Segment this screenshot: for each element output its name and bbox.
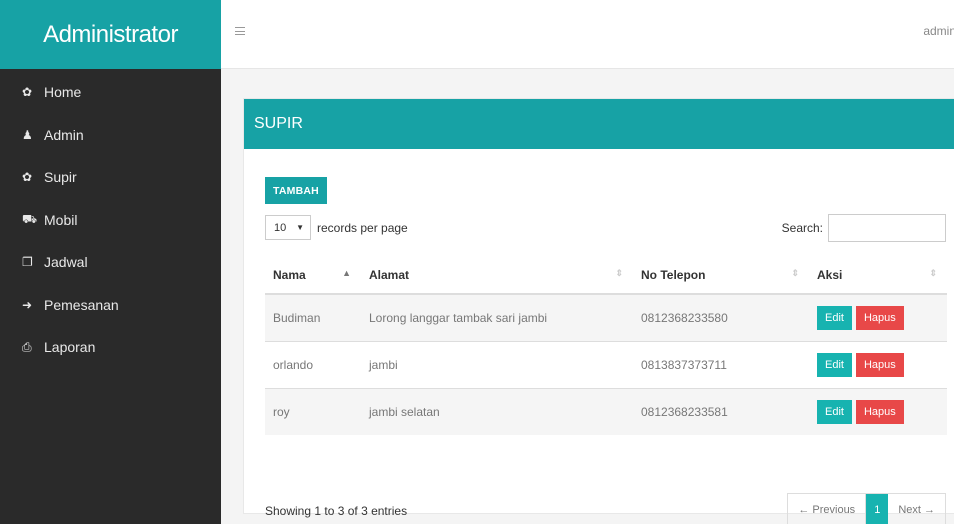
sort-icon: ⇕ xyxy=(791,268,799,278)
search-box: Search: xyxy=(782,214,946,242)
delete-button[interactable]: Hapus xyxy=(855,399,904,424)
brand[interactable]: Administrator xyxy=(0,0,221,69)
cell-alamat: jambi xyxy=(361,340,633,388)
sort-icon: ⇕ xyxy=(615,268,623,278)
column-header-telepon[interactable]: No Telepon ⇕ xyxy=(633,256,809,295)
column-header-nama[interactable]: Nama ▲ xyxy=(265,256,361,295)
topbar: admin xyxy=(221,0,954,69)
supir-panel: SUPIR TAMBAH 10 ▼ records per page Searc… xyxy=(243,98,954,524)
add-button[interactable]: TAMBAH xyxy=(265,177,327,204)
print-icon: ⎙ xyxy=(22,339,32,354)
cell-nama: roy xyxy=(265,387,361,435)
edit-button[interactable]: Edit xyxy=(817,305,852,330)
sidebar-nav: ✿ Home ♟ Admin ✿ Supir ⛟ Mobil ❐ Jadwal ➜ Peme… xyxy=(0,71,221,369)
sidebar-item-label: Home xyxy=(44,84,82,101)
dashboard-icon: ✿ xyxy=(22,85,33,100)
cell-telepon: 0813837373711 xyxy=(633,340,809,388)
search-label: Search: xyxy=(781,221,823,235)
sort-asc-icon: ▲ xyxy=(342,268,351,278)
panel-header: SUPIR xyxy=(244,99,954,149)
sidebar-item-label: Admin xyxy=(44,126,84,143)
table-row: roy jambi selatan 0812368233581 Edit Hapu… xyxy=(265,387,947,435)
column-header-aksi[interactable]: Aksi ⇕ xyxy=(809,256,947,295)
table-header-row: Nama ▲ Alamat ⇕ No Telepon ⇕ Aksi ⇕ xyxy=(265,256,947,295)
edit-button[interactable]: Edit xyxy=(817,352,852,377)
sidebar-item-label: Pemesanan xyxy=(44,296,119,313)
search-input[interactable] xyxy=(828,214,946,242)
cell-alamat: jambi selatan xyxy=(361,387,633,435)
sidebar-item-admin[interactable]: ♟ Admin xyxy=(0,114,221,157)
previous-page-button[interactable]: ← Previous xyxy=(788,494,867,524)
user-menu[interactable]: admin xyxy=(923,24,954,38)
sidebar-item-laporan[interactable]: ⎙ Laporan xyxy=(0,326,221,369)
table-row: Budiman Lorong langgar tambak sari jambi… xyxy=(265,293,947,341)
brand-title: Administrator xyxy=(43,20,178,48)
sidebar-item-supir[interactable]: ✿ Supir xyxy=(0,156,221,199)
sidebar-item-label: Supir xyxy=(44,169,77,186)
cell-aksi: Edit Hapus xyxy=(809,293,947,341)
page-length-select[interactable]: 10 ▼ xyxy=(265,215,311,240)
menu-toggle-icon[interactable] xyxy=(235,27,245,35)
page-length-label: records per page xyxy=(317,220,408,235)
sidebar-item-jadwal[interactable]: ❐ Jadwal xyxy=(0,241,221,284)
caret-down-icon: ▼ xyxy=(296,223,304,232)
cell-telepon: 0812368233581 xyxy=(633,387,809,435)
sort-icon: ⇕ xyxy=(929,268,937,278)
sidebar-item-home[interactable]: ✿ Home xyxy=(0,71,221,114)
pagination: ← Previous 1 Next → xyxy=(787,493,946,524)
sidebar-item-label: Laporan xyxy=(44,339,96,356)
table-info: Showing 1 to 3 of 3 entries xyxy=(265,504,408,518)
car-icon: ⛟ xyxy=(22,211,38,226)
table-row: orlando jambi 0813837373711 Edit Hapus xyxy=(265,340,947,388)
cell-aksi: Edit Hapus xyxy=(809,340,947,388)
supir-table: Nama ▲ Alamat ⇕ No Telepon ⇕ Aksi ⇕ Budiman … xyxy=(265,256,947,435)
cell-aksi: Edit Hapus xyxy=(809,387,947,435)
delete-button[interactable]: Hapus xyxy=(855,352,904,377)
panel-title: SUPIR xyxy=(254,115,303,132)
cell-nama: orlando xyxy=(265,340,361,388)
records-per-page: 10 ▼ records per page xyxy=(265,215,408,240)
sidebar: Administrator ✿ Home ♟ Admin ✿ Supir ⛟ Mobil… xyxy=(0,0,221,524)
user-icon: ♟ xyxy=(22,127,33,142)
sign-in-icon: ➜ xyxy=(22,297,33,312)
cell-telepon: 0812368233580 xyxy=(633,293,809,341)
cell-nama: Budiman xyxy=(265,293,361,341)
sidebar-item-label: Mobil xyxy=(44,211,78,228)
copy-icon: ❐ xyxy=(22,255,33,270)
page-length-value: 10 xyxy=(274,221,287,234)
edit-button[interactable]: Edit xyxy=(817,399,852,424)
sidebar-item-label: Jadwal xyxy=(44,254,88,271)
sidebar-item-mobil[interactable]: ⛟ Mobil xyxy=(0,199,221,242)
page-1-button[interactable]: 1 xyxy=(866,494,889,524)
sidebar-item-pemesanan[interactable]: ➜ Pemesanan xyxy=(0,284,221,327)
cell-alamat: Lorong langgar tambak sari jambi xyxy=(361,293,633,341)
delete-button[interactable]: Hapus xyxy=(855,305,904,330)
next-page-button[interactable]: Next → xyxy=(888,494,945,524)
column-header-alamat[interactable]: Alamat ⇕ xyxy=(361,256,633,295)
driver-icon: ✿ xyxy=(22,170,33,185)
